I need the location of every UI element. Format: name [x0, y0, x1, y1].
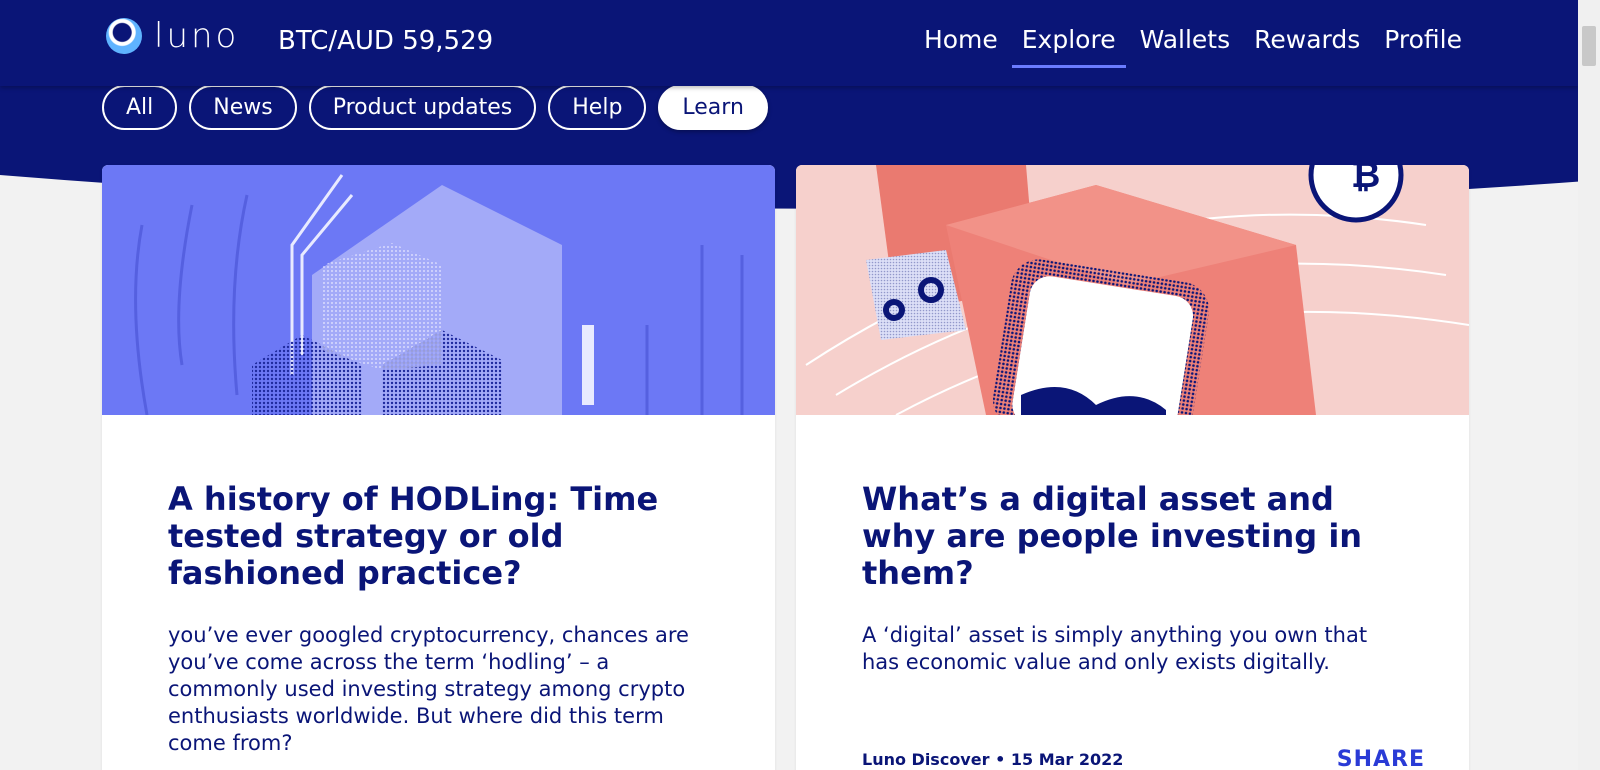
article-card[interactable]: ₿ What’s a digital asset and why are peo… [796, 165, 1469, 770]
hodl-cubes-illustration [102, 165, 775, 415]
nav-wallets[interactable]: Wallets [1138, 22, 1233, 58]
card-meta: Luno Discover • 15 Mar 2022 [862, 750, 1123, 769]
card-date: 15 Mar 2022 [1010, 750, 1124, 769]
nav-profile[interactable]: Profile [1382, 22, 1464, 58]
share-button[interactable]: SHARE [1337, 747, 1425, 770]
article-card[interactable]: A history of HODLing: Time tested strate… [102, 165, 775, 770]
top-navigation-bar: luno BTC/AUD 59,529 Home Explore Wallets… [0, 0, 1578, 86]
price-ticker: BTC/AUD 59,529 [278, 26, 494, 56]
svg-text:₿: ₿ [1351, 165, 1380, 196]
category-filters: All News Product updates Help Learn [102, 85, 768, 130]
card-footer: Luno Discover • 15 Mar 2022 SHARE [862, 747, 1425, 770]
filter-news[interactable]: News [189, 85, 297, 130]
nav-rewards[interactable]: Rewards [1252, 22, 1362, 58]
filter-product-updates[interactable]: Product updates [308, 85, 537, 130]
card-description: A ‘digital’ asset is simply anything you… [862, 623, 1368, 674]
filter-learn[interactable]: Learn [658, 85, 768, 130]
main-nav: Home Explore Wallets Rewards Profile [922, 22, 1464, 68]
card-title[interactable]: What’s a digital asset and why are peopl… [862, 481, 1403, 592]
vertical-scrollbar[interactable] [1578, 0, 1600, 770]
nav-home[interactable]: Home [922, 22, 1000, 58]
card-title[interactable]: A history of HODLing: Time tested strate… [168, 481, 709, 592]
card-author: Luno Discover [862, 750, 990, 769]
luno-explore-page: luno BTC/AUD 59,529 Home Explore Wallets… [0, 0, 1600, 770]
luno-logo[interactable]: luno [106, 18, 239, 54]
filter-help[interactable]: Help [548, 85, 647, 130]
scrollbar-thumb[interactable] [1582, 26, 1596, 66]
filter-all[interactable]: All [102, 85, 178, 130]
card-body: A history of HODLing: Time tested strate… [102, 481, 775, 757]
luno-logo-icon [106, 18, 142, 54]
nav-explore[interactable]: Explore [1011, 22, 1126, 68]
meta-separator: • [995, 750, 1011, 769]
logo-text: luno [154, 16, 240, 56]
card-body: What’s a digital asset and why are peopl… [796, 481, 1469, 676]
digital-asset-illustration: ₿ [796, 165, 1469, 415]
card-description: you’ve ever googled cryptocurrency, chan… [168, 623, 689, 755]
